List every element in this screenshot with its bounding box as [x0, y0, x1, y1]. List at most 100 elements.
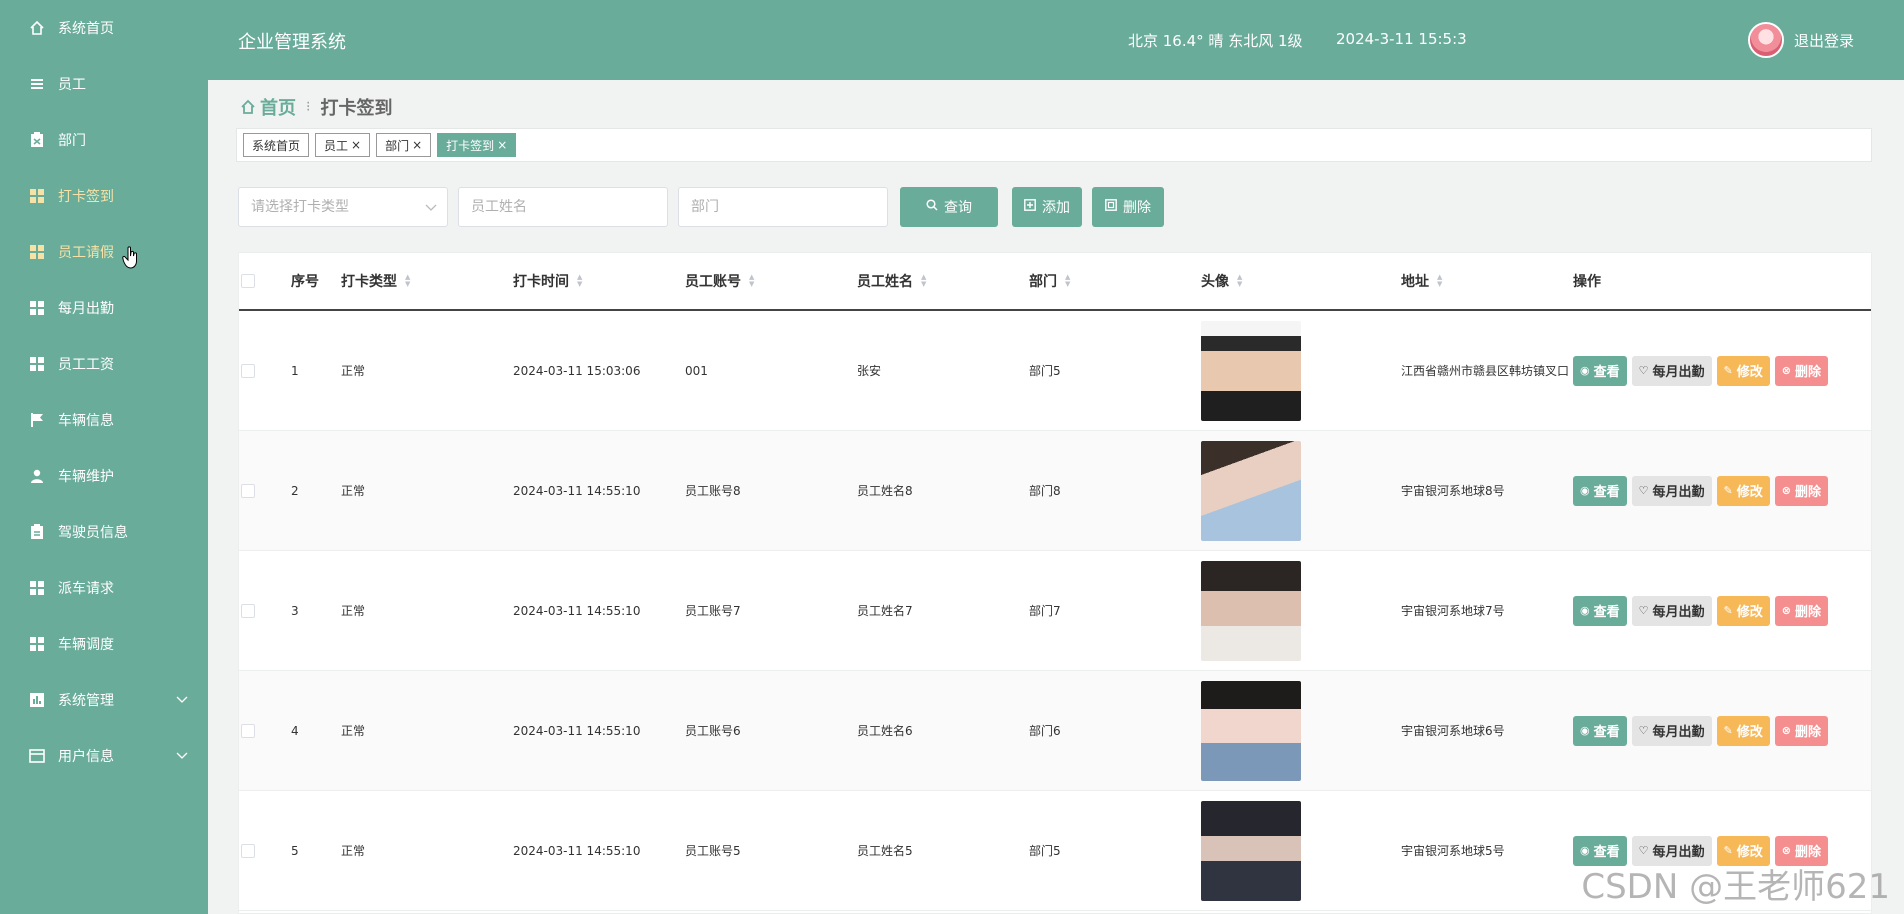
cell-no: 4 [291, 723, 299, 738]
view-button[interactable]: ◉ 查看 [1573, 355, 1627, 386]
checkin-type-select[interactable] [238, 187, 448, 227]
tag-department[interactable]: 部门 × [376, 133, 432, 157]
sidebar-item-monthly-attendance[interactable]: 每月出勤 [0, 280, 208, 336]
view-button-label: 查看 [1593, 725, 1620, 740]
avatar[interactable] [1748, 22, 1784, 58]
cell-account: 员工账号8 [685, 484, 741, 498]
cell-department: 部门6 [1029, 724, 1061, 738]
department-field[interactable] [678, 187, 888, 227]
employee-photo[interactable] [1201, 680, 1301, 781]
employee-photo[interactable] [1201, 800, 1301, 901]
sort-icon[interactable]: ▲ ▼ [921, 274, 926, 288]
close-icon[interactable]: × [351, 138, 361, 152]
sidebar-item-label: 车辆维护 [58, 469, 114, 485]
view-button[interactable]: ◉ 查看 [1573, 715, 1627, 746]
heart-icon: ♡ [1638, 364, 1649, 377]
sidebar-item-system-management[interactable]: 系统管理 [0, 672, 208, 728]
sidebar-item-driver-info[interactable]: 驾驶员信息 [0, 504, 208, 560]
sidebar-item-vehicle-dispatch[interactable]: 车辆调度 [0, 616, 208, 672]
column-header-actions: 操作 [1573, 253, 1601, 309]
weather-info: 北京 16.4° 晴 东北风 1级 [1128, 32, 1303, 50]
delete-button[interactable]: 删除 [1092, 187, 1164, 227]
column-header-department[interactable]: 部门 ▲ ▼ [1029, 253, 1070, 309]
monthly-attendance-button[interactable]: ♡ 每月出勤 [1631, 355, 1712, 386]
sort-icon[interactable]: ▲ ▼ [405, 274, 410, 288]
grid-icon [28, 355, 46, 373]
sidebar-item-employee[interactable]: 员工 [0, 56, 208, 112]
sidebar-item-vehicle-info[interactable]: 车辆信息 [0, 392, 208, 448]
sort-icon[interactable]: ▲ ▼ [749, 274, 754, 288]
sort-icon[interactable]: ▲ ▼ [1237, 274, 1242, 288]
eye-icon: ◉ [1580, 364, 1590, 377]
sidebar-item-label: 打卡签到 [58, 189, 114, 205]
edit-button[interactable]: ✎ 修改 [1716, 475, 1770, 506]
sidebar-item-checkin[interactable]: 打卡签到 [0, 168, 208, 224]
column-header-name[interactable]: 员工姓名 ▲ ▼ [857, 253, 926, 309]
sort-icon[interactable]: ▲ ▼ [1437, 274, 1442, 288]
delete-icon: ⊗ [1781, 724, 1791, 737]
view-button[interactable]: ◉ 查看 [1573, 595, 1627, 626]
sidebar-item-label: 员工工资 [58, 357, 114, 373]
employee-photo[interactable] [1201, 320, 1301, 421]
employee-photo[interactable] [1201, 560, 1301, 661]
sidebar-item-dispatch-request[interactable]: 派车请求 [0, 560, 208, 616]
row-delete-button-label: 删除 [1794, 605, 1821, 620]
column-header-type[interactable]: 打卡类型 ▲ ▼ [341, 253, 410, 309]
select-all-checkbox[interactable] [241, 274, 255, 288]
row-delete-button[interactable]: ⊗ 删除 [1774, 475, 1828, 506]
column-header-time[interactable]: 打卡时间 ▲ ▼ [513, 253, 582, 309]
sort-icon[interactable]: ▲ ▼ [577, 274, 582, 288]
employee-photo[interactable] [1201, 440, 1301, 541]
view-button-label: 查看 [1593, 845, 1620, 860]
sidebar-item-vehicle-maintenance[interactable]: 车辆维护 [0, 448, 208, 504]
monthly-attendance-button[interactable]: ♡ 每月出勤 [1631, 595, 1712, 626]
sidebar-item-label: 驾驶员信息 [58, 525, 128, 541]
checkin-type-input[interactable] [251, 199, 435, 215]
row-checkbox[interactable] [241, 603, 255, 618]
row-checkbox[interactable] [241, 483, 255, 498]
row-checkbox[interactable] [241, 363, 255, 378]
tag-home[interactable]: 系统首页 [243, 133, 310, 157]
table-header: 序号 打卡类型 ▲ ▼ 打卡时间 ▲ ▼ 员工账号 ▲ ▼ 员工姓名 ▲ ▼ 部门 ▲ ▼ 头像 ▲ ▼… [239, 253, 1871, 311]
employee-name-field[interactable] [458, 187, 668, 227]
tag-checkin[interactable]: 打卡签到 × [437, 133, 517, 157]
row-delete-button[interactable]: ⊗ 删除 [1774, 595, 1828, 626]
view-button[interactable]: ◉ 查看 [1573, 475, 1627, 506]
sidebar-item-department[interactable]: 部门 [0, 112, 208, 168]
home-icon [240, 99, 256, 115]
row-delete-button[interactable]: ⊗ 删除 [1774, 715, 1828, 746]
column-header-address[interactable]: 地址 ▲ ▼ [1401, 253, 1442, 309]
eye-icon: ◉ [1580, 844, 1590, 857]
add-button[interactable]: 添加 [1012, 187, 1082, 227]
tag-employee[interactable]: 员工 × [315, 133, 371, 157]
close-icon[interactable]: × [412, 138, 422, 152]
delete-icon: ⊗ [1781, 844, 1791, 857]
sidebar-item-leave[interactable]: 员工请假 [0, 224, 208, 280]
close-icon[interactable]: × [497, 138, 507, 152]
department-input[interactable] [691, 199, 875, 215]
column-header-account[interactable]: 员工账号 ▲ ▼ [685, 253, 754, 309]
row-checkbox[interactable] [241, 723, 255, 738]
sidebar-item-user-info[interactable]: 用户信息 [0, 728, 208, 784]
row-checkbox[interactable] [241, 843, 255, 858]
sort-icon[interactable]: ▲ ▼ [1065, 274, 1070, 288]
employee-name-input[interactable] [471, 199, 655, 215]
column-header-avatar[interactable]: 头像 ▲ ▼ [1201, 253, 1242, 309]
row-delete-button-label: 删除 [1794, 725, 1821, 740]
view-button-label: 查看 [1593, 605, 1620, 620]
cell-account: 001 [685, 363, 708, 378]
column-label: 部门 [1029, 274, 1057, 290]
sidebar-item-label: 车辆调度 [58, 637, 114, 653]
search-button[interactable]: 查询 [900, 187, 998, 227]
monthly-attendance-button[interactable]: ♡ 每月出勤 [1631, 715, 1712, 746]
monthly-attendance-button[interactable]: ♡ 每月出勤 [1631, 475, 1712, 506]
heart-icon: ♡ [1638, 724, 1649, 737]
sidebar-item-salary[interactable]: 员工工资 [0, 336, 208, 392]
breadcrumb-home[interactable]: 首页 [260, 94, 296, 120]
edit-button[interactable]: ✎ 修改 [1716, 715, 1770, 746]
logout-link[interactable]: 退出登录 [1794, 30, 1854, 51]
edit-button[interactable]: ✎ 修改 [1716, 355, 1770, 386]
row-delete-button[interactable]: ⊗ 删除 [1774, 355, 1828, 386]
sidebar-item-home[interactable]: 系统首页 [0, 0, 208, 56]
edit-button[interactable]: ✎ 修改 [1716, 595, 1770, 626]
